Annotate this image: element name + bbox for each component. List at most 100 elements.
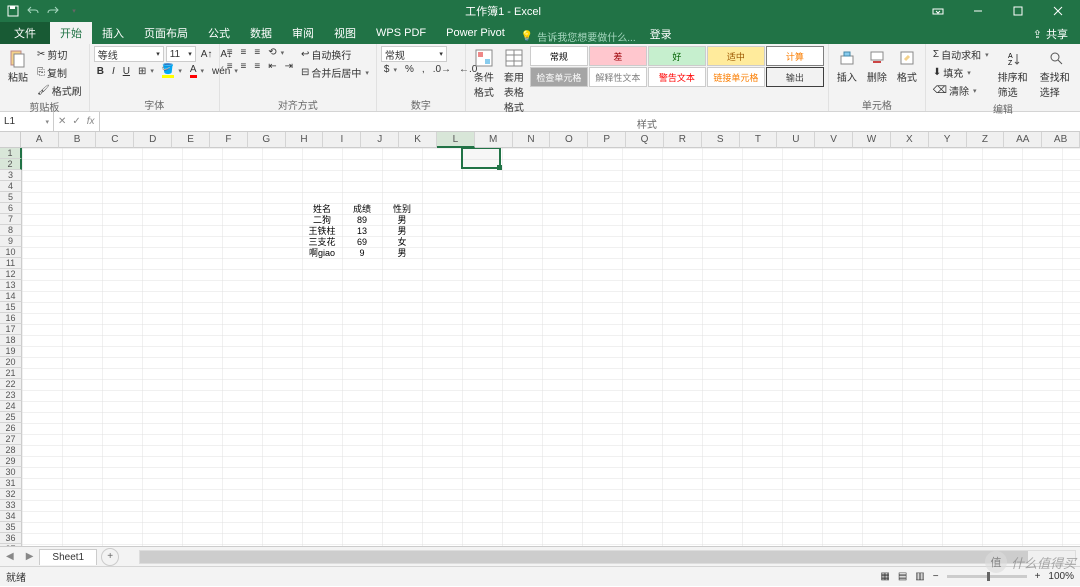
clear-button[interactable]: ⌫清除 (930, 82, 992, 99)
col-header-V[interactable]: V (815, 132, 853, 148)
tab-file[interactable]: 文件 (0, 22, 50, 44)
add-sheet-button[interactable]: + (101, 548, 119, 566)
underline-button[interactable]: U (120, 65, 133, 78)
col-header-AB[interactable]: AB (1042, 132, 1080, 148)
style-好[interactable]: 好 (648, 46, 706, 66)
col-header-E[interactable]: E (172, 132, 210, 148)
row-header-10[interactable]: 10 (0, 247, 22, 258)
login-button[interactable]: 登录 (642, 24, 680, 44)
row-header-11[interactable]: 11 (0, 258, 22, 269)
col-header-G[interactable]: G (248, 132, 286, 148)
row-header-23[interactable]: 23 (0, 390, 22, 401)
tab-Power Pivot[interactable]: Power Pivot (436, 22, 515, 44)
tell-me[interactable]: 💡 告诉我您想要做什么... (515, 29, 642, 44)
col-header-L[interactable]: L (437, 132, 475, 148)
fill-handle[interactable] (497, 165, 502, 170)
indent-inc-icon[interactable]: ⇥ (282, 60, 296, 73)
row-header-14[interactable]: 14 (0, 291, 22, 302)
accounting-icon[interactable]: $ (381, 63, 400, 76)
redo-icon[interactable] (46, 4, 60, 18)
indent-dec-icon[interactable]: ⇤ (265, 60, 279, 73)
col-header-A[interactable]: A (21, 132, 59, 148)
row-header-7[interactable]: 7 (0, 214, 22, 225)
tab-WPS PDF[interactable]: WPS PDF (366, 22, 436, 44)
row-header-13[interactable]: 13 (0, 280, 22, 291)
col-header-C[interactable]: C (96, 132, 134, 148)
cell-value[interactable]: 男 (382, 247, 422, 258)
name-box[interactable]: L1▾ (0, 112, 54, 131)
row-header-36[interactable]: 36 (0, 533, 22, 544)
row-header-22[interactable]: 22 (0, 379, 22, 390)
italic-button[interactable]: I (109, 65, 118, 78)
row-header-25[interactable]: 25 (0, 412, 22, 423)
col-header-N[interactable]: N (513, 132, 551, 148)
fill-color-button[interactable]: 🪣 (159, 63, 185, 79)
cancel-formula-icon[interactable]: ✕ (58, 116, 66, 127)
row-header-35[interactable]: 35 (0, 522, 22, 533)
sheet-nav-next-icon[interactable]: ▶ (20, 551, 40, 562)
col-header-O[interactable]: O (550, 132, 588, 148)
tab-公式[interactable]: 公式 (198, 22, 240, 44)
font-color-button[interactable]: A (187, 63, 207, 79)
col-header-B[interactable]: B (59, 132, 97, 148)
style-计算[interactable]: 计算 (766, 46, 824, 66)
row-header-1[interactable]: 1 (0, 148, 22, 159)
row-header-29[interactable]: 29 (0, 456, 22, 467)
style-检查单元格[interactable]: 检查单元格 (530, 67, 588, 87)
border-button[interactable]: ⊞ (135, 65, 157, 78)
zoom-slider[interactable] (947, 575, 1027, 578)
copy-button[interactable]: ⎘复制 (34, 64, 85, 81)
minimize-button[interactable] (960, 0, 996, 22)
maximize-button[interactable] (1000, 0, 1036, 22)
col-header-H[interactable]: H (286, 132, 324, 148)
font-size-combo[interactable]: 11▾ (166, 46, 196, 62)
row-header-15[interactable]: 15 (0, 302, 22, 313)
row-header-6[interactable]: 6 (0, 203, 22, 214)
font-family-combo[interactable]: 等线▾ (94, 46, 164, 62)
row-header-33[interactable]: 33 (0, 500, 22, 511)
conditional-formatting-button[interactable]: 条件格式 (470, 46, 498, 101)
view-page-layout-icon[interactable]: ▤ (898, 571, 907, 582)
style-链接单元格[interactable]: 链接单元格 (707, 67, 765, 87)
fx-icon[interactable]: fx (87, 116, 95, 127)
active-cell[interactable] (461, 148, 501, 169)
row-header-2[interactable]: 2 (0, 159, 22, 170)
style-解释性文本[interactable]: 解释性文本 (589, 67, 647, 87)
formula-input[interactable] (100, 112, 1080, 131)
col-header-Y[interactable]: Y (929, 132, 967, 148)
horizontal-scrollbar[interactable] (139, 550, 1076, 564)
align-center-icon[interactable]: ≡ (238, 60, 250, 73)
col-header-W[interactable]: W (853, 132, 891, 148)
row-header-19[interactable]: 19 (0, 346, 22, 357)
merge-button[interactable]: ⊟合并后居中 (298, 64, 372, 81)
row-header-20[interactable]: 20 (0, 357, 22, 368)
comma-icon[interactable]: , (419, 63, 428, 76)
col-header-S[interactable]: S (702, 132, 740, 148)
row-header-31[interactable]: 31 (0, 478, 22, 489)
cell-value[interactable]: 9 (342, 247, 382, 258)
cell-value[interactable]: 成绩 (342, 203, 382, 214)
table-format-button[interactable]: 套用表格格式 (500, 46, 528, 116)
cell-value[interactable]: 啊giao (302, 247, 342, 258)
insert-cells-button[interactable]: 插入 (833, 46, 861, 86)
bold-button[interactable]: B (94, 65, 107, 78)
row-header-17[interactable]: 17 (0, 324, 22, 335)
style-适中[interactable]: 适中 (707, 46, 765, 66)
row-header-32[interactable]: 32 (0, 489, 22, 500)
format-cells-button[interactable]: 格式 (893, 46, 921, 86)
tab-视图[interactable]: 视图 (324, 22, 366, 44)
autosum-button[interactable]: Σ自动求和 (930, 46, 992, 63)
cell-value[interactable]: 13 (342, 225, 382, 236)
scrollbar-thumb[interactable] (140, 551, 1028, 563)
cells-area[interactable]: 姓名成绩性别二狗89男王铁柱13男三支花69女啊giao9男 (22, 148, 1080, 546)
cell-value[interactable]: 89 (342, 214, 382, 225)
tab-开始[interactable]: 开始 (50, 22, 92, 44)
align-bottom-icon[interactable]: ≡ (251, 46, 263, 59)
row-header-21[interactable]: 21 (0, 368, 22, 379)
col-header-P[interactable]: P (588, 132, 626, 148)
row-header-16[interactable]: 16 (0, 313, 22, 324)
number-format-combo[interactable]: 常规▾ (381, 46, 447, 62)
col-header-J[interactable]: J (361, 132, 399, 148)
col-header-U[interactable]: U (777, 132, 815, 148)
cell-value[interactable]: 69 (342, 236, 382, 247)
